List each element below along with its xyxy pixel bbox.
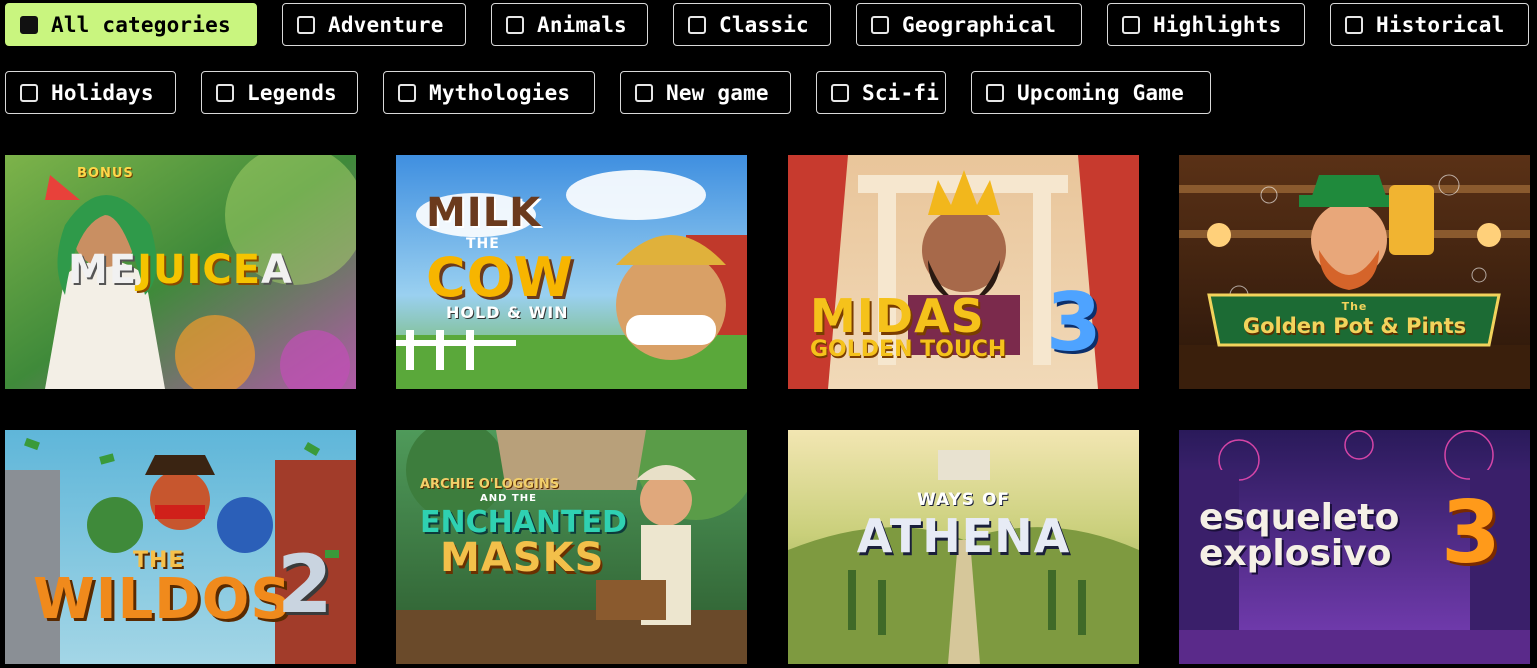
game-card-mejuicea[interactable]: MEJUICEA BONUS xyxy=(5,155,356,389)
game-title: MEJUICEA xyxy=(67,247,294,293)
filter-new-game[interactable]: New game xyxy=(620,71,791,114)
filter-geographical[interactable]: Geographical xyxy=(856,3,1082,46)
game-title: esqueleto explosivo xyxy=(1199,497,1400,574)
checkbox-icon xyxy=(871,15,889,34)
filter-upcoming-game[interactable]: Upcoming Game xyxy=(971,71,1211,114)
game-card-midas-golden-touch-3[interactable]: MIDAS GOLDEN TOUCH 3 xyxy=(788,155,1139,389)
checkbox-icon xyxy=(398,83,416,102)
game-card-enchanted-masks[interactable]: ARCHIE O'LOGGINS AND THE ENCHANTED MASKS xyxy=(396,430,747,664)
filter-sci-fi[interactable]: Sci-fi xyxy=(816,71,946,114)
checkbox-icon xyxy=(1122,15,1140,34)
game-title: MIDAS GOLDEN TOUCH xyxy=(810,289,1007,362)
filter-animals[interactable]: Animals xyxy=(491,3,648,46)
filter-label: Holidays xyxy=(51,80,154,105)
filter-all-categories[interactable]: All categories xyxy=(5,3,257,46)
filter-label: Legends xyxy=(247,80,337,105)
filter-label: Mythologies xyxy=(429,80,571,105)
checkbox-icon xyxy=(635,83,653,102)
filter-label: Classic xyxy=(719,12,809,37)
game-card-golden-pot-pints[interactable]: The Golden Pot & Pints xyxy=(1179,155,1530,389)
game-thumbnail xyxy=(1179,155,1530,389)
checkbox-icon xyxy=(1345,15,1363,34)
checkbox-icon xyxy=(20,15,38,34)
filter-label: Animals xyxy=(537,12,627,37)
filter-legends[interactable]: Legends xyxy=(201,71,358,114)
filter-label: Upcoming Game xyxy=(1017,80,1184,105)
checkbox-icon xyxy=(688,15,706,34)
checkbox-icon xyxy=(20,83,38,102)
game-card-ways-of-athena[interactable]: WAYS OF ATHENA xyxy=(788,430,1139,664)
game-title: WAYS OF ATHENA xyxy=(856,490,1071,563)
game-title-number: 3 xyxy=(1441,483,1502,583)
filter-label: Sci-fi xyxy=(862,80,940,105)
filter-holidays[interactable]: Holidays xyxy=(5,71,176,114)
filter-label: Adventure xyxy=(328,12,444,37)
game-title-number: 2 xyxy=(277,538,334,631)
checkbox-icon xyxy=(506,15,524,34)
filter-historical[interactable]: Historical xyxy=(1330,3,1529,46)
filter-label: All categories xyxy=(51,12,231,37)
filter-adventure[interactable]: Adventure xyxy=(282,3,466,46)
bonus-badge: BONUS xyxy=(77,166,134,181)
game-title: ARCHIE O'LOGGINS AND THE ENCHANTED MASKS xyxy=(420,477,627,581)
checkbox-icon xyxy=(297,15,315,34)
filter-label: New game xyxy=(666,80,769,105)
filter-classic[interactable]: Classic xyxy=(673,3,831,46)
game-title: THE WILDOS xyxy=(33,548,292,632)
filter-label: Highlights xyxy=(1153,12,1282,37)
checkbox-icon xyxy=(216,83,234,102)
game-card-esqueleto-explosivo-3[interactable]: esqueleto explosivo 3 xyxy=(1179,430,1530,664)
game-card-milk-the-cow[interactable]: MILK THE COW HOLD & WIN xyxy=(396,155,747,389)
game-title-number: 3 xyxy=(1046,276,1103,369)
filter-highlights[interactable]: Highlights xyxy=(1107,3,1305,46)
checkbox-icon xyxy=(986,83,1004,102)
game-card-the-wildos-2[interactable]: THE WILDOS 2 xyxy=(5,430,356,664)
filter-label: Historical xyxy=(1376,12,1505,37)
checkbox-icon xyxy=(831,83,849,102)
filter-label: Geographical xyxy=(902,12,1057,37)
filter-mythologies[interactable]: Mythologies xyxy=(383,71,595,114)
game-title: The Golden Pot & Pints xyxy=(1242,300,1467,338)
game-title: MILK THE COW HOLD & WIN xyxy=(426,190,575,322)
